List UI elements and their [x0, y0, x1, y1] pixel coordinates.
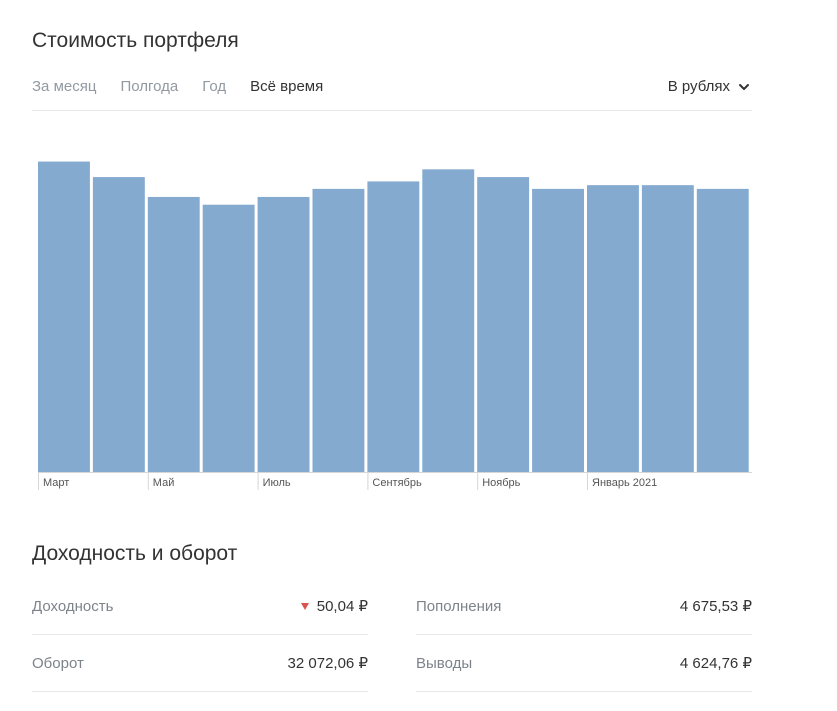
bar-7[interactable] [422, 169, 475, 472]
x-tick-label: Март [43, 477, 69, 489]
metric-row-returns: Доходность 50,04 ₽ [32, 578, 368, 635]
tab-half-year[interactable]: Полгода [120, 78, 178, 95]
x-tick-label: Июль [263, 477, 291, 489]
metrics-left-column: Доходность 50,04 ₽ Оборот 32 072,06 ₽ [32, 578, 368, 692]
bar-10[interactable] [587, 185, 639, 472]
tab-year[interactable]: Год [202, 78, 226, 95]
bar-8[interactable] [477, 177, 530, 472]
bar-6[interactable] [367, 181, 420, 472]
metric-label: Пополнения [416, 597, 502, 615]
bar-4[interactable] [257, 196, 310, 472]
currency-label: В рублях [667, 78, 730, 95]
metric-value: 4 675,53 ₽ [679, 598, 752, 615]
returns-metrics: Доходность 50,04 ₽ Оборот 32 072,06 ₽ По… [32, 578, 752, 698]
chevron-down-icon [739, 83, 749, 90]
x-tick-label: Январь 2021 [592, 477, 657, 489]
metrics-right-column: Пополнения 4 675,53 ₽ Выводы 4 624,76 ₽ [416, 578, 752, 692]
currency-dropdown[interactable]: В рублях [668, 78, 750, 95]
trend-down-icon [300, 602, 309, 610]
metric-label: Выводы [416, 654, 473, 672]
x-tick-label: Сентябрь [372, 477, 422, 489]
bar-9[interactable] [532, 188, 584, 472]
metric-row-turnover: Оборот 32 072,06 ₽ [32, 635, 368, 692]
metric-row-withdrawals: Выводы 4 624,76 ₽ [416, 635, 752, 692]
returns-title: Доходность и оборот [32, 542, 238, 565]
bar-0[interactable] [38, 161, 90, 472]
period-tabs: За месяц Полгода Год Всё время [32, 78, 323, 95]
metric-value: 4 624,76 ₽ [679, 655, 752, 672]
tab-month[interactable]: За месяц [32, 78, 96, 95]
x-tick-label: Ноябрь [482, 477, 520, 489]
bar-3[interactable] [202, 204, 255, 473]
metric-label: Доходность [32, 597, 114, 615]
bar-5[interactable] [312, 188, 365, 472]
metric-value: 32 072,06 ₽ [287, 655, 368, 672]
tab-all-time[interactable]: Всё время [250, 78, 323, 95]
top-divider [32, 110, 752, 111]
metric-value: 50,04 ₽ [316, 598, 368, 615]
bar-1[interactable] [92, 177, 145, 472]
bar-12[interactable] [696, 188, 749, 472]
metric-value-wrap: 50,04 ₽ [300, 597, 368, 615]
metric-row-deposits: Пополнения 4 675,53 ₽ [416, 578, 752, 635]
metric-label: Оборот [32, 654, 84, 672]
bar-2[interactable] [147, 196, 200, 472]
portfolio-title: Стоимость портфеля [32, 29, 239, 52]
x-tick-label: Май [153, 477, 175, 489]
bar-11[interactable] [641, 185, 694, 472]
portfolio-chart: Март Май Июль Сентябрь Ноябрь Январь 2021 [38, 161, 752, 490]
